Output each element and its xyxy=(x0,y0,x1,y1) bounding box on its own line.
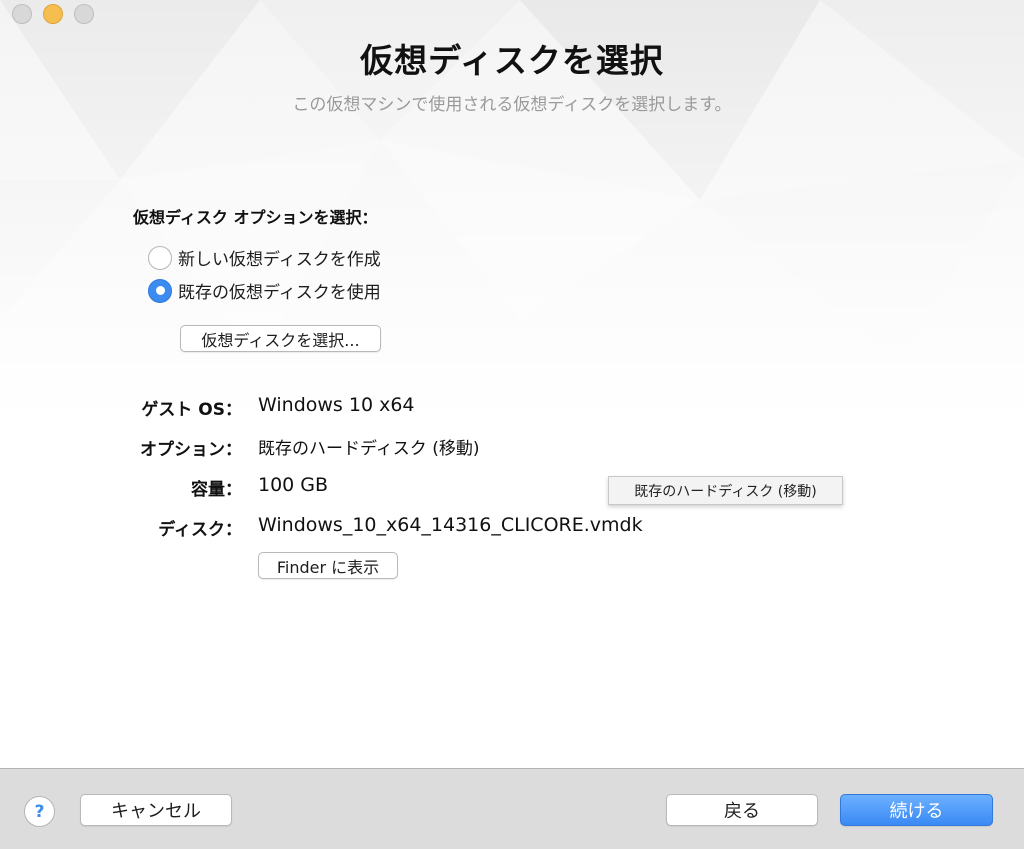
tooltip: 既存のハードディスク (移動) xyxy=(608,476,843,505)
continue-button[interactable]: 続ける xyxy=(840,794,993,826)
radio-new-disk[interactable]: 新しい仮想ディスクを作成 xyxy=(148,245,381,270)
option-label: オプション： xyxy=(140,440,242,460)
radio-existing-disk-label: 既存の仮想ディスクを使用 xyxy=(178,283,381,303)
radio-new-disk-label: 新しい仮想ディスクを作成 xyxy=(178,250,381,270)
disk-label: ディスク： xyxy=(158,520,242,540)
window-controls xyxy=(12,4,94,24)
guest-os-value: Windows 10 x64 xyxy=(258,394,415,416)
minimize-window-button[interactable] xyxy=(43,4,63,24)
help-button[interactable]: ? xyxy=(24,796,55,827)
page-title: 仮想ディスクを選択 xyxy=(360,41,664,80)
select-virtual-disk-button[interactable]: 仮想ディスクを選択... xyxy=(180,325,381,352)
zoom-window-button[interactable] xyxy=(74,4,94,24)
capacity-label: 容量： xyxy=(191,480,242,500)
radio-selected-dot xyxy=(155,286,165,295)
show-in-finder-button[interactable]: Finder に表示 xyxy=(258,552,398,579)
guest-os-label: ゲスト OS： xyxy=(141,400,242,420)
back-button[interactable]: 戻る xyxy=(666,794,818,826)
close-window-button[interactable] xyxy=(12,4,32,24)
footer-bar: ? キャンセル 戻る 続ける xyxy=(0,768,1024,849)
option-value: 既存のハードディスク (移動) xyxy=(258,439,480,459)
disk-option-label: 仮想ディスク オプションを選択： xyxy=(133,208,378,227)
page-subtitle: この仮想マシンで使用される仮想ディスクを選択します。 xyxy=(292,95,732,115)
cancel-button[interactable]: キャンセル xyxy=(80,794,232,826)
radio-existing-disk[interactable]: 既存の仮想ディスクを使用 xyxy=(148,278,381,303)
help-icon: ? xyxy=(34,801,45,822)
dialog-window: 仮想ディスクを選択 この仮想マシンで使用される仮想ディスクを選択します。 仮想デ… xyxy=(0,0,1024,849)
radio-button-checked[interactable] xyxy=(148,278,172,303)
radio-button-unchecked[interactable] xyxy=(148,245,172,270)
capacity-value: 100 GB xyxy=(258,474,329,496)
disk-value: Windows_10_x64_14316_CLICORE.vmdk xyxy=(258,514,643,536)
